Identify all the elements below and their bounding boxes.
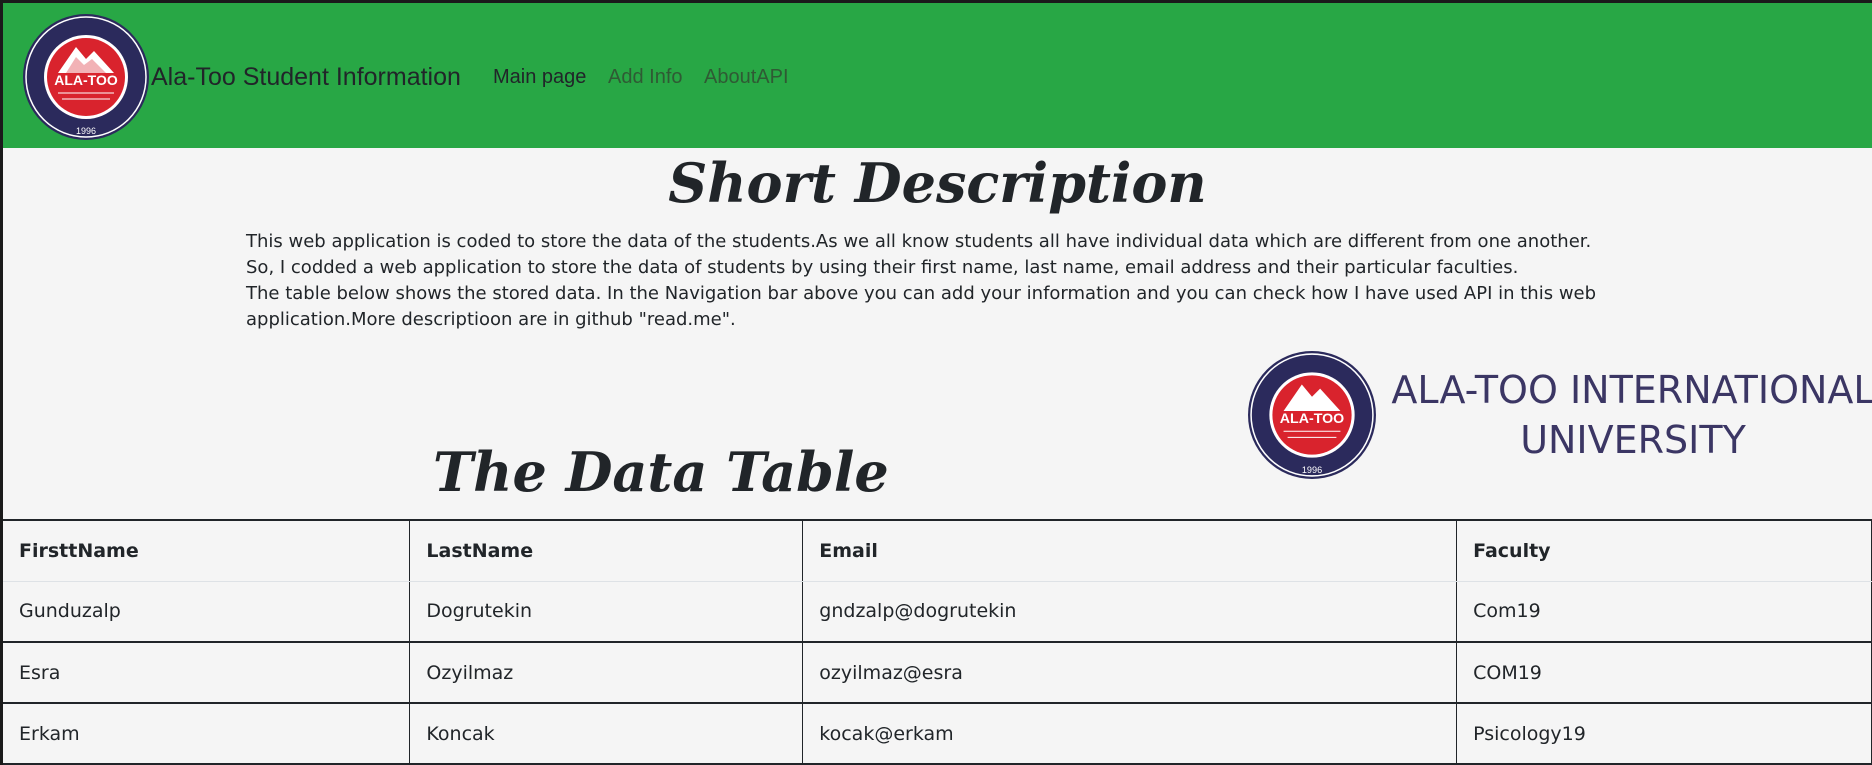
table-cell: gndzalp@dogrutekin <box>802 581 1458 643</box>
svg-text:ALA-TOO: ALA-TOO <box>54 72 118 88</box>
page-title: Short Description <box>668 151 1207 215</box>
svg-text:1996: 1996 <box>76 126 96 136</box>
table-row: Erkam Koncak kocak@erkam Psicology19 <box>3 703 1872 765</box>
university-logo: ALA-TOO 1996 <box>1247 350 1377 480</box>
table-cell: COM19 <box>1456 642 1872 704</box>
table-cell: Koncak <box>409 703 804 765</box>
table-cell: Esra <box>3 642 411 704</box>
column-header-email: Email <box>802 520 1458 582</box>
nav-link-main-page[interactable]: Main page <box>493 66 586 89</box>
table-title: The Data Table <box>433 440 889 504</box>
nav-link-about-api[interactable]: AboutAPI <box>704 66 789 89</box>
navbar: ALA-TOO 1996 Ala-Too Student Information… <box>3 3 1872 148</box>
description-line-3: The table below shows the stored data. I… <box>246 283 1597 330</box>
table-row: Esra Ozyilmaz ozyilmaz@esra COM19 <box>3 642 1872 704</box>
svg-text:1996: 1996 <box>1302 465 1322 475</box>
university-name-line-1: ALA-TOO INTERNATIONAL <box>1391 368 1872 412</box>
table-cell: Psicology19 <box>1456 703 1872 765</box>
column-header-first-name: FirsttName <box>3 520 411 582</box>
ala-too-logo[interactable]: ALA-TOO 1996 <box>22 13 150 141</box>
column-header-last-name: LastName <box>409 520 804 582</box>
table-cell: Gunduzalp <box>3 581 411 643</box>
table-row: Gunduzalp Dogrutekin gndzalp@dogrutekin … <box>3 581 1872 643</box>
column-header-faculty: Faculty <box>1456 520 1872 582</box>
table-header-row: FirsttName LastName Email Faculty <box>3 520 1872 582</box>
description: This web application is coded to store t… <box>246 229 1606 333</box>
university-name-line-2: UNIVERSITY <box>1520 418 1746 462</box>
description-line-1: This web application is coded to store t… <box>246 231 1592 252</box>
table-cell: Dogrutekin <box>409 581 804 643</box>
description-line-2: So, I codded a web application to store … <box>246 257 1519 278</box>
table-cell: kocak@erkam <box>802 703 1458 765</box>
university-name: ALA-TOO INTERNATIONAL UNIVERSITY <box>1391 365 1872 465</box>
students-table: FirsttName LastName Email Faculty Gunduz… <box>3 519 1872 765</box>
table-cell: Com19 <box>1456 581 1872 643</box>
table-cell: Ozyilmaz <box>409 642 804 704</box>
svg-text:ALA-TOO: ALA-TOO <box>1280 411 1344 427</box>
nav-link-add-info[interactable]: Add Info <box>608 66 683 89</box>
table-cell: Erkam <box>3 703 411 765</box>
table-cell: ozyilmaz@esra <box>802 642 1458 704</box>
navbar-brand[interactable]: Ala-Too Student Information <box>151 63 461 92</box>
